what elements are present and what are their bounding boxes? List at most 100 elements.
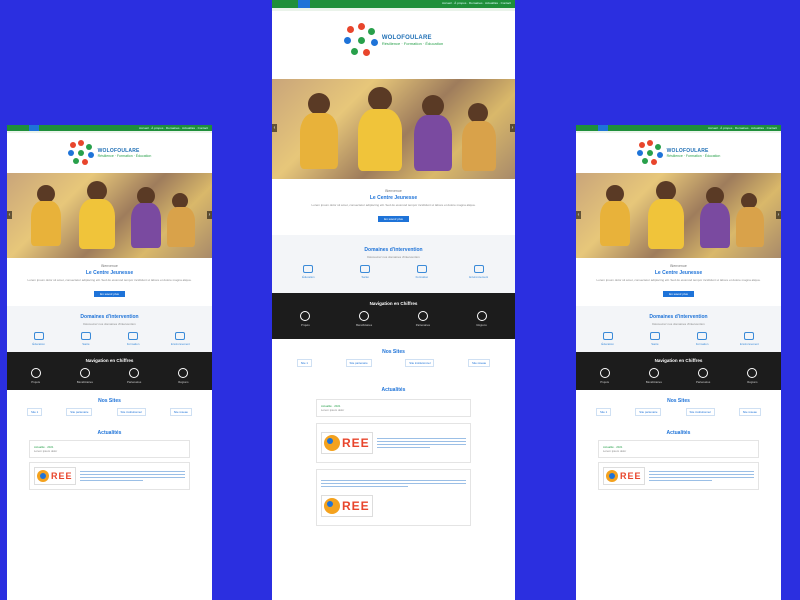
- about-more-button[interactable]: En savoir plus: [378, 216, 409, 222]
- site-link[interactable]: Site institutionnel: [685, 408, 715, 416]
- domain-card[interactable]: Santé: [69, 332, 103, 346]
- partners-icon: [417, 311, 428, 321]
- domain-card[interactable]: Éducation: [22, 332, 56, 346]
- site-logo[interactable]: WOLOFOULARE Résilience · Formation · Édu…: [272, 11, 515, 69]
- domain-label: Environnement: [170, 342, 190, 346]
- book-icon: [303, 265, 314, 273]
- news-card[interactable]: Actualité · 2021 Lorem ipsum dolor: [316, 399, 471, 417]
- domain-card[interactable]: Formation: [405, 265, 439, 279]
- partners-icon: [129, 368, 140, 378]
- news-card[interactable]: REE: [316, 423, 471, 463]
- domain-card[interactable]: Environnement: [462, 265, 496, 279]
- home-tab[interactable]: [29, 125, 39, 131]
- site-link[interactable]: Site 1: [596, 408, 612, 416]
- domains-subtitle: Découvrez nos domaines d'intervention: [652, 322, 705, 326]
- site-link[interactable]: Site institutionnel: [116, 408, 146, 416]
- hero-next-arrow[interactable]: ›: [207, 211, 212, 220]
- sites-title: Nos Sites: [382, 349, 405, 355]
- news-text: Lorem ipsum dolor: [603, 449, 627, 453]
- site-logo[interactable]: WOLOFOULARE Résilience · Formation · Édu…: [7, 133, 212, 173]
- news-text: Lorem ipsum dolor: [34, 449, 58, 453]
- beneficiaries-icon: [359, 311, 370, 321]
- domain-card[interactable]: Éducation: [291, 265, 325, 279]
- site-link[interactable]: Site réseau: [738, 408, 761, 416]
- news-card[interactable]: Actualité · 2021 Lorem ipsum dolor: [29, 440, 190, 458]
- site-link[interactable]: Site partenaire: [66, 408, 93, 416]
- heart-icon: [80, 332, 91, 340]
- top-nav-links[interactable]: Accueil · À propos · Domaines · Actualit…: [442, 1, 511, 5]
- domain-card[interactable]: Santé: [638, 332, 672, 346]
- figures-title: Navigation en Chiffres: [369, 301, 418, 306]
- logo-icon: [636, 140, 663, 166]
- domains-title: Domaines d'intervention: [649, 314, 708, 320]
- domain-card[interactable]: Éducation: [591, 332, 625, 346]
- top-nav-links[interactable]: Accueil · À propos · Domaines · Actualit…: [708, 126, 777, 130]
- domain-card[interactable]: Formation: [116, 332, 150, 346]
- site-logo[interactable]: WOLOFOULARE Résilience · Formation · Édu…: [576, 133, 781, 173]
- domain-card[interactable]: Formation: [685, 332, 719, 346]
- hero-image: ‹ ›: [272, 79, 515, 179]
- top-nav-links[interactable]: Accueil · À propos · Domaines · Actualit…: [139, 126, 208, 130]
- about-section: Bienvenue Le Centre Jeunesse Lorem ipsum…: [576, 258, 781, 306]
- beneficiaries-icon: [648, 368, 659, 378]
- ree-logo: REE: [321, 432, 373, 454]
- news-card[interactable]: REE: [29, 462, 190, 490]
- hero-prev-arrow[interactable]: ‹: [576, 211, 581, 220]
- site-link[interactable]: Site réseau: [169, 408, 192, 416]
- about-more-button[interactable]: En savoir plus: [663, 291, 694, 297]
- news-card[interactable]: Actualité · 2021 Lorem ipsum dolor: [598, 440, 759, 458]
- domain-card[interactable]: Environnement: [163, 332, 197, 346]
- logo-icon: [343, 23, 378, 57]
- sites-section: Nos Sites Site 1 Site partenaire Site in…: [7, 390, 212, 422]
- domain-label: Santé: [651, 342, 659, 346]
- about-body: Lorem ipsum dolor sit amet, consectetur …: [27, 278, 192, 282]
- top-nav-bar: Accueil · À propos · Domaines · Actualit…: [7, 125, 212, 131]
- leaf-icon: [473, 265, 484, 273]
- sites-section: Nos Sites Site 1 Site partenaire Site in…: [272, 339, 515, 375]
- domain-label: Éducation: [32, 342, 45, 346]
- hero-prev-arrow[interactable]: ‹: [7, 211, 12, 220]
- regions-icon: [178, 368, 189, 378]
- hero-next-arrow[interactable]: ›: [510, 124, 515, 132]
- projects-icon: [599, 368, 610, 378]
- home-tab[interactable]: [598, 125, 608, 131]
- book-icon: [602, 332, 613, 340]
- news-section: Actualités Actualité · 2021 Lorem ipsum …: [7, 422, 212, 500]
- site-link[interactable]: Site 1: [27, 408, 43, 416]
- regions-icon: [747, 368, 758, 378]
- about-section: Bienvenue Le Centre Jeunesse Lorem ipsum…: [7, 258, 212, 306]
- home-tab[interactable]: [298, 0, 310, 8]
- figure-label: Projets: [600, 380, 609, 384]
- about-title: Le Centre Jeunesse: [369, 195, 418, 201]
- ree-logo: REE: [603, 467, 645, 485]
- site-link[interactable]: Site partenaire: [635, 408, 662, 416]
- hero-next-arrow[interactable]: ›: [776, 211, 781, 220]
- ree-logo: REE: [34, 467, 76, 485]
- news-card[interactable]: REE: [316, 469, 471, 526]
- logo-icon: [67, 140, 94, 166]
- hero-image: ‹ ›: [7, 173, 212, 258]
- about-title: Le Centre Jeunesse: [85, 270, 134, 276]
- hero-prev-arrow[interactable]: ‹: [272, 124, 277, 132]
- site-link[interactable]: Site institutionnel: [405, 359, 435, 367]
- news-card[interactable]: REE: [598, 462, 759, 490]
- beneficiaries-icon: [79, 368, 90, 378]
- mockup-center: Accueil · À propos · Domaines · Actualit…: [272, 0, 515, 600]
- about-more-button[interactable]: En savoir plus: [94, 291, 125, 297]
- figures-band: Navigation en Chiffres Projets Bénéficia…: [576, 352, 781, 390]
- domain-card[interactable]: Environnement: [732, 332, 766, 346]
- figure-label: Régions: [476, 323, 487, 327]
- site-link[interactable]: Site partenaire: [345, 359, 372, 367]
- figures-band: Navigation en Chiffres Projets Bénéficia…: [7, 352, 212, 390]
- figures-band: Navigation en Chiffres Projets Bénéficia…: [272, 293, 515, 339]
- site-link[interactable]: Site réseau: [468, 359, 491, 367]
- site-link[interactable]: Site 1: [296, 359, 312, 367]
- figure-label: Bénéficiaires: [76, 380, 93, 384]
- domain-label: Environnement: [739, 342, 759, 346]
- figure-label: Bénéficiaires: [356, 323, 373, 327]
- domain-card[interactable]: Santé: [348, 265, 382, 279]
- about-kicker: Bienvenue: [385, 189, 402, 193]
- about-kicker: Bienvenue: [101, 264, 118, 268]
- top-nav-bar: Accueil · À propos · Domaines · Actualit…: [272, 0, 515, 8]
- domains-section: Domaines d'intervention Découvrez nos do…: [7, 306, 212, 352]
